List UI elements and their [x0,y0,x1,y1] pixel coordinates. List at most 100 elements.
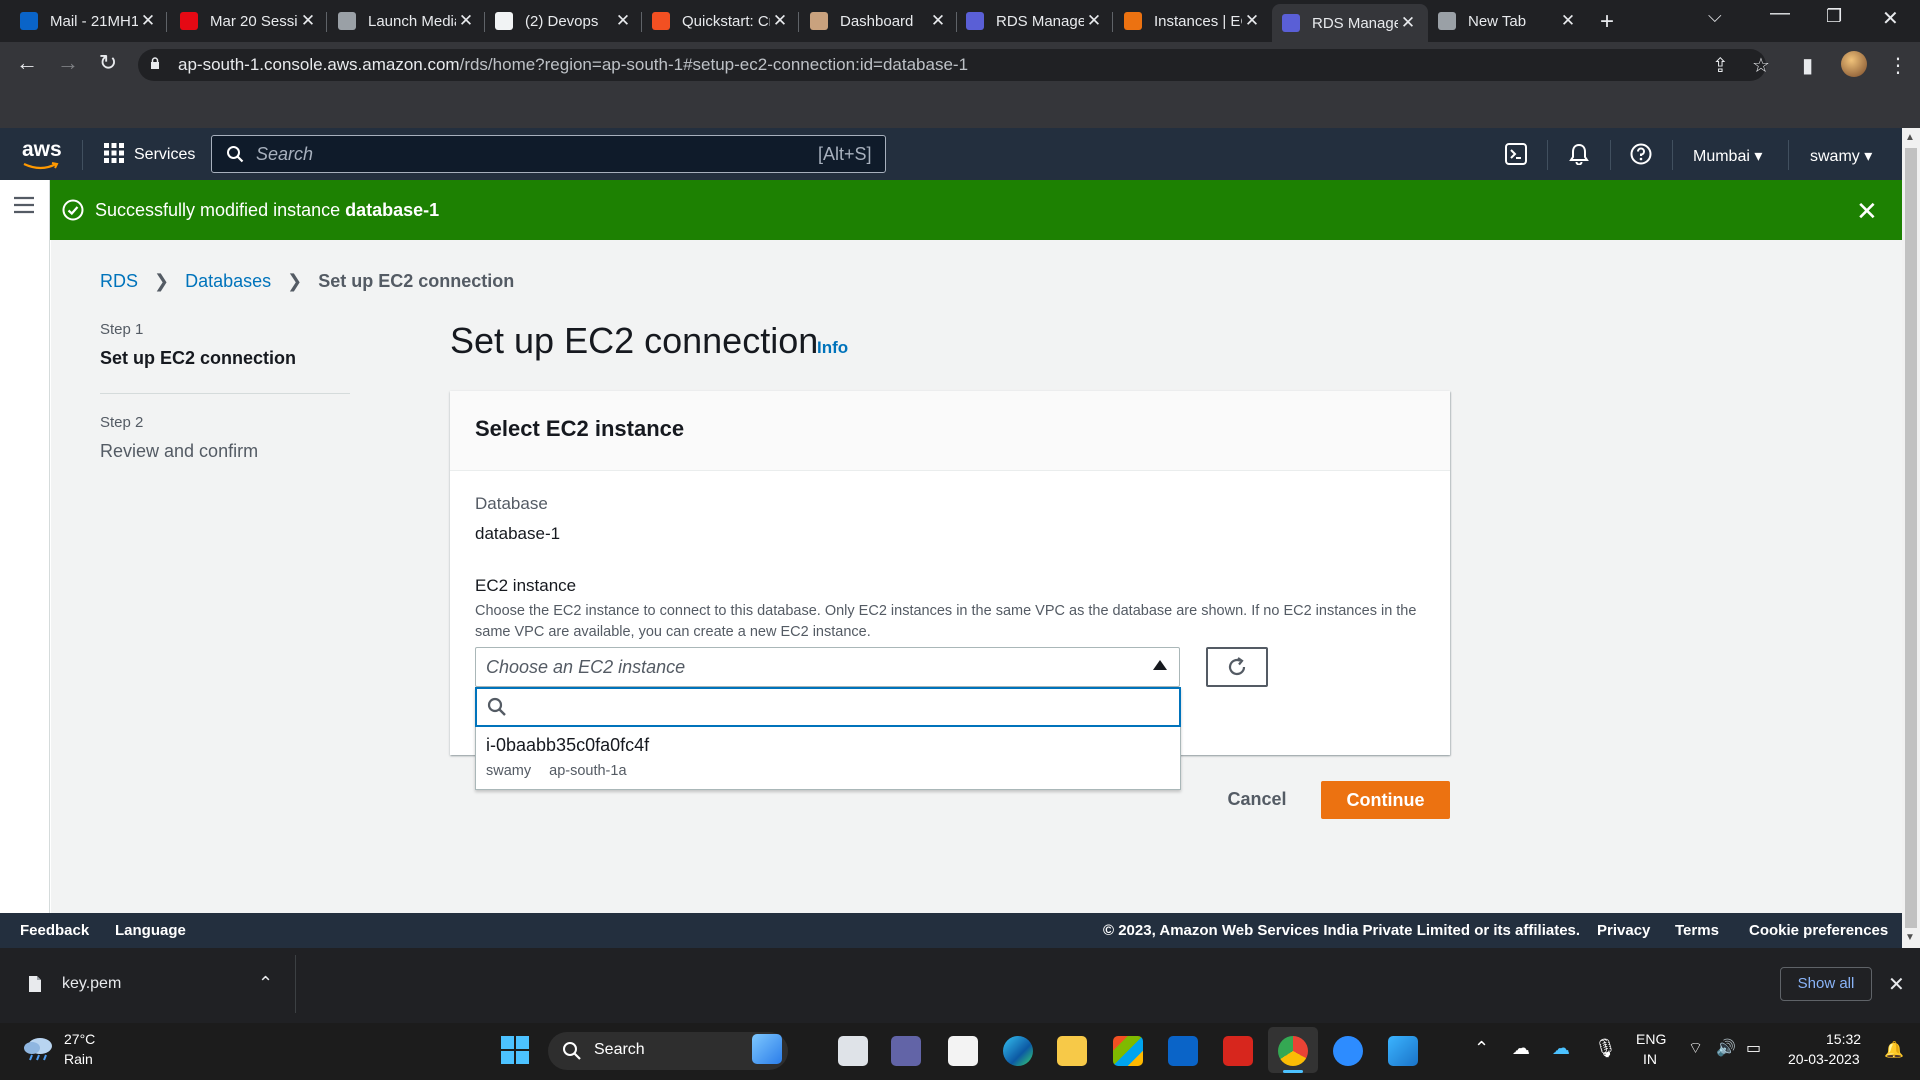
cancel-button[interactable]: Cancel [1212,781,1302,821]
clock-time[interactable]: 15:32 [1826,1031,1861,1047]
feedback-link[interactable]: Feedback [20,922,89,939]
back-button[interactable]: ← [12,50,42,76]
browser-tab[interactable]: Instances | EC2✕ [1124,6,1262,36]
mail-icon[interactable] [1168,1036,1198,1066]
windows-start-icon[interactable] [501,1036,529,1064]
step-2-name[interactable]: Review and confirm [100,441,258,462]
tab-close-icon[interactable]: ✕ [456,11,476,31]
microphone-icon[interactable]: 🎙 [1594,1038,1617,1059]
dropdown-filter-input[interactable] [475,687,1181,727]
tab-close-icon[interactable]: ✕ [770,11,790,31]
battery-icon[interactable]: ▭ [1746,1038,1761,1058]
photos-icon[interactable] [1388,1036,1418,1066]
input-region[interactable]: IN [1643,1051,1657,1067]
ec2-option-details[interactable]: swamy ap-south-1a [486,763,627,779]
database-value: database-1 [475,524,561,543]
microsoft-store-icon[interactable] [1113,1036,1143,1066]
edge-browser-icon[interactable] [1003,1036,1033,1066]
side-navigation-rail [0,180,50,913]
side-panel-icon[interactable]: ▮ [1802,53,1813,78]
refresh-icon [1228,657,1246,676]
browser-tab[interactable]: Dashboard ✕ [810,6,948,36]
select-placeholder: Choose an EC2 instance [486,657,686,677]
show-all-downloads-button[interactable]: Show all [1780,967,1872,1001]
weather-rain-icon[interactable] [22,1034,56,1062]
continue-button[interactable]: Continue [1321,781,1450,819]
forward-button[interactable]: → [53,50,83,76]
chrome-icon[interactable] [1278,1036,1308,1066]
ec2-option-id[interactable]: i-0baabb35c0fa0fc4f [486,735,649,756]
browser-tab[interactable]: Mar 20 Session✕ [180,6,318,36]
url-text[interactable]: ap-south-1.console.aws.amazon.com/rds/ho… [178,55,968,75]
scrollbar-thumb[interactable] [1905,148,1917,928]
new-tab-button[interactable]: + [1600,8,1614,36]
teams-chat-icon[interactable] [891,1036,921,1066]
search-placeholder: Search [256,144,314,164]
wps-office-icon[interactable] [1223,1036,1253,1066]
profile-avatar[interactable] [1841,51,1867,77]
cloud-icon[interactable]: ☁ [1512,1038,1530,1059]
services-menu[interactable]: Services [134,146,195,164]
weather-condition[interactable]: Rain [64,1051,93,1067]
info-link[interactable]: Info [817,338,848,358]
zoom-icon[interactable] [1333,1036,1363,1066]
breadcrumb-rds[interactable]: RDS [100,271,138,292]
breadcrumb-databases[interactable]: Databases [185,271,271,292]
language-link[interactable]: Language [115,922,186,939]
chevron-up-icon[interactable]: ⌃ [1474,1038,1489,1059]
tab-close-icon[interactable]: ✕ [1558,11,1578,31]
tab-close-icon[interactable]: ✕ [1084,11,1104,31]
tab-close-icon[interactable]: ✕ [298,11,318,31]
tab-close-icon[interactable]: ✕ [928,11,948,31]
browser-tab[interactable]: RDS Management✕ [966,6,1104,36]
browser-tab[interactable]: (2) Devops ✕ [495,6,633,36]
aws-logo[interactable]: aws [22,138,62,162]
browser-tab[interactable]: Mail - 21MH1A0591✕ [20,6,158,36]
download-file-name[interactable]: key.pem [62,975,121,993]
wifi-icon[interactable]: ⌔ [1688,1038,1703,1058]
bookmark-star-icon[interactable]: ☆ [1752,53,1770,78]
tab-close-icon[interactable]: ✕ [1398,13,1418,33]
input-language[interactable]: ENG [1636,1031,1666,1047]
browser-tab[interactable]: Quickstart: Create✕ [652,6,790,36]
tab-close-icon[interactable]: ✕ [613,11,633,31]
cookie-preferences-link[interactable]: Cookie preferences [1749,922,1888,939]
lock-icon[interactable] [150,57,160,70]
share-icon[interactable]: ⇪ [1712,53,1729,78]
scroll-up-arrow-icon[interactable]: ▲ [1905,132,1915,143]
services-grid-icon[interactable] [104,143,124,163]
terms-link[interactable]: Terms [1675,922,1719,939]
hamburger-menu-icon[interactable] [14,196,34,214]
privacy-link[interactable]: Privacy [1597,922,1650,939]
clock-date[interactable]: 20-03-2023 [1788,1051,1860,1067]
help-icon[interactable] [1630,143,1652,165]
close-icon[interactable]: ✕ [1856,196,1878,227]
browser-tab[interactable]: RDS Management✕ [1272,4,1428,42]
chevron-up-icon[interactable]: ⌃ [258,973,273,994]
browser-menu-icon[interactable]: ⋮ [1888,53,1908,78]
scroll-down-arrow-icon[interactable]: ▼ [1905,932,1915,943]
browser-tab[interactable]: New Tab ✕ [1438,6,1578,36]
region-selector[interactable]: Mumbai ▾ [1693,146,1762,166]
notepad-icon[interactable] [948,1036,978,1066]
close-window-button[interactable]: ✕ [1882,6,1899,31]
tab-search-icon[interactable]: ⌵ [1708,6,1722,27]
weather-temperature[interactable]: 27°C [64,1031,95,1047]
notifications-bell-icon[interactable]: 🔔 [1884,1040,1904,1060]
tab-close-icon[interactable]: ✕ [138,11,158,31]
onedrive-icon[interactable]: ☁ [1552,1038,1570,1059]
volume-icon[interactable]: 🔊 [1716,1038,1736,1058]
notifications-bell-icon[interactable] [1568,143,1590,165]
file-explorer-icon[interactable] [1057,1036,1087,1066]
account-menu[interactable]: swamy ▾ [1810,146,1872,166]
bookmarks-area [0,86,1920,128]
minimize-button[interactable]: — [1770,2,1790,25]
restore-button[interactable]: ❐ [1826,6,1842,27]
task-view-icon[interactable] [838,1036,868,1066]
caret-up-icon [1153,660,1167,670]
browser-tab[interactable]: Launch Media ✕ [338,6,476,36]
cloudshell-icon[interactable] [1505,143,1527,165]
tab-close-icon[interactable]: ✕ [1242,11,1262,31]
reload-button[interactable]: ↻ [93,50,123,76]
close-icon[interactable]: ✕ [1888,972,1905,997]
